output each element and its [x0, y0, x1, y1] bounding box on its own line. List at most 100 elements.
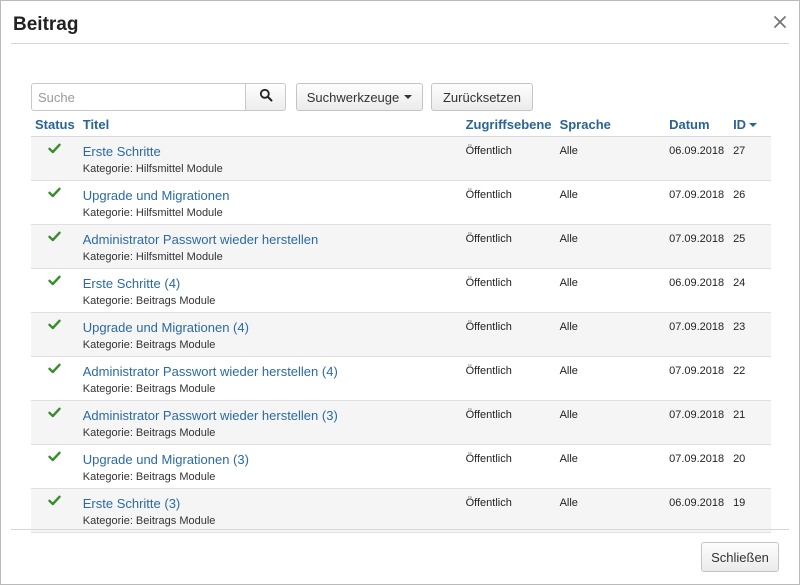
- article-title-link[interactable]: Administrator Passwort wieder herstellen…: [83, 364, 338, 379]
- title-cell: Administrator Passwort wieder herstellen…: [78, 224, 462, 269]
- status-cell[interactable]: [31, 488, 79, 533]
- article-modal: Beitrag Suchwerkzeuge Zurücksetzen Statu…: [0, 0, 800, 585]
- article-category: Kategorie: Hilfsmittel Module: [82, 206, 223, 219]
- access-cell: Öffentlich: [461, 180, 556, 225]
- access-cell: Öffentlich: [461, 444, 556, 489]
- article-title-link[interactable]: Upgrade und Migrationen (4): [83, 320, 249, 335]
- close-icon[interactable]: [771, 13, 789, 31]
- language-cell: Alle: [555, 268, 666, 313]
- column-header-status-label: Status: [35, 116, 75, 132]
- column-header-language-label: Sprache: [559, 116, 611, 132]
- check-icon[interactable]: [48, 231, 62, 245]
- article-title-link[interactable]: Erste Schritte: [83, 144, 161, 159]
- date-cell: 07.09.2018: [665, 400, 730, 445]
- title-cell: Administrator Passwort wieder herstellen…: [78, 400, 462, 445]
- column-header-access[interactable]: Zugriffsebene: [461, 113, 556, 137]
- article-title-link[interactable]: Erste Schritte (4): [83, 276, 181, 291]
- title-cell: Administrator Passwort wieder herstellen…: [78, 356, 462, 401]
- search-tools-button[interactable]: Suchwerkzeuge: [296, 83, 423, 111]
- column-header-language[interactable]: Sprache: [555, 113, 666, 137]
- reset-button[interactable]: Zurücksetzen: [431, 83, 533, 111]
- chevron-down-icon: [404, 95, 413, 99]
- id-cell: 27: [729, 136, 771, 181]
- article-category: Kategorie: Beitrags Module: [82, 338, 216, 351]
- language-cell: Alle: [555, 224, 666, 269]
- article-title-link[interactable]: Administrator Passwort wieder herstellen…: [83, 408, 338, 423]
- language-cell: Alle: [555, 312, 666, 357]
- access-cell: Öffentlich: [461, 312, 556, 357]
- title-cell: Upgrade und Migrationen (3) Kategorie: Be…: [78, 444, 462, 489]
- id-cell: 23: [729, 312, 771, 357]
- language-cell: Alle: [555, 180, 666, 225]
- title-cell: Upgrade und Migrationen Kategorie: Hilfsm…: [78, 180, 462, 225]
- date-cell: 07.09.2018: [665, 356, 730, 401]
- article-title-link[interactable]: Erste Schritte (3): [83, 496, 181, 511]
- column-header-id[interactable]: ID: [729, 113, 771, 137]
- language-cell: Alle: [555, 488, 666, 533]
- column-header-date[interactable]: Datum: [665, 113, 730, 137]
- id-cell: 24: [729, 268, 771, 313]
- id-cell: 26: [729, 180, 771, 225]
- date-cell: 06.09.2018: [665, 488, 730, 533]
- table-row: Upgrade und Migrationen Kategorie: Hilfsm…: [31, 180, 771, 225]
- status-cell[interactable]: [31, 268, 79, 313]
- close-button[interactable]: Schließen: [701, 542, 779, 572]
- table-row: Upgrade und Migrationen (4) Kategorie: Be…: [31, 312, 771, 357]
- date-cell: 07.09.2018: [665, 180, 730, 225]
- article-category: Kategorie: Beitrags Module: [82, 426, 216, 439]
- table-row: Erste Schritte (3) Kategorie: Beitrags Mo…: [31, 488, 771, 533]
- title-cell: Erste Schritte (4) Kategorie: Beitrags Mo…: [78, 268, 462, 313]
- check-icon[interactable]: [48, 363, 62, 377]
- column-header-title-label: Titel: [82, 116, 110, 132]
- check-icon[interactable]: [48, 187, 62, 201]
- access-cell: Öffentlich: [461, 268, 556, 313]
- article-category: Kategorie: Beitrags Module: [82, 514, 216, 527]
- check-icon[interactable]: [48, 495, 62, 509]
- status-cell[interactable]: [31, 224, 79, 269]
- column-header-title[interactable]: Titel: [78, 113, 462, 137]
- article-category: Kategorie: Beitrags Module: [82, 294, 216, 307]
- id-cell: 21: [729, 400, 771, 445]
- check-icon[interactable]: [48, 451, 62, 465]
- status-cell[interactable]: [31, 312, 79, 357]
- article-category: Kategorie: Hilfsmittel Module: [82, 162, 223, 175]
- id-cell: 19: [729, 488, 771, 533]
- article-title-link[interactable]: Upgrade und Migrationen: [83, 188, 230, 203]
- language-cell: Alle: [555, 444, 666, 489]
- article-category: Kategorie: Beitrags Module: [82, 382, 216, 395]
- table-header-row: Status Titel Zugriffsebene Sprache Datum…: [31, 113, 771, 137]
- check-icon[interactable]: [48, 319, 62, 333]
- check-icon[interactable]: [48, 407, 62, 421]
- status-cell[interactable]: [31, 136, 79, 181]
- modal-footer: Schließen: [11, 529, 789, 585]
- date-cell: 06.09.2018: [665, 136, 730, 181]
- status-cell[interactable]: [31, 400, 79, 445]
- id-cell: 22: [729, 356, 771, 401]
- search-button[interactable]: [245, 83, 286, 111]
- article-title-link[interactable]: Upgrade und Migrationen (3): [83, 452, 249, 467]
- title-cell: Erste Schritte Kategorie: Hilfsmittel Mod…: [78, 136, 462, 181]
- date-cell: 06.09.2018: [665, 268, 730, 313]
- articles-table: Status Titel Zugriffsebene Sprache Datum…: [31, 113, 771, 533]
- search-input[interactable]: [31, 83, 246, 111]
- check-icon[interactable]: [48, 143, 62, 157]
- title-cell: Erste Schritte (3) Kategorie: Beitrags Mo…: [78, 488, 462, 533]
- status-cell[interactable]: [31, 444, 79, 489]
- table-row: Erste Schritte Kategorie: Hilfsmittel Mod…: [31, 136, 771, 181]
- table-row: Administrator Passwort wieder herstellen…: [31, 224, 771, 269]
- check-icon[interactable]: [48, 275, 62, 289]
- access-cell: Öffentlich: [461, 224, 556, 269]
- date-cell: 07.09.2018: [665, 224, 730, 269]
- column-header-status[interactable]: Status: [31, 113, 79, 137]
- language-cell: Alle: [555, 400, 666, 445]
- close-button-label: Schließen: [711, 549, 769, 565]
- search-tools-label: Suchwerkzeuge: [306, 89, 400, 105]
- column-header-access-label: Zugriffsebene: [465, 116, 552, 132]
- article-title-link[interactable]: Administrator Passwort wieder herstellen: [83, 232, 319, 247]
- reset-label: Zurücksetzen: [442, 89, 522, 105]
- table-row: Administrator Passwort wieder herstellen…: [31, 400, 771, 445]
- search-icon: [259, 88, 273, 107]
- status-cell[interactable]: [31, 356, 79, 401]
- status-cell[interactable]: [31, 180, 79, 225]
- language-cell: Alle: [555, 136, 666, 181]
